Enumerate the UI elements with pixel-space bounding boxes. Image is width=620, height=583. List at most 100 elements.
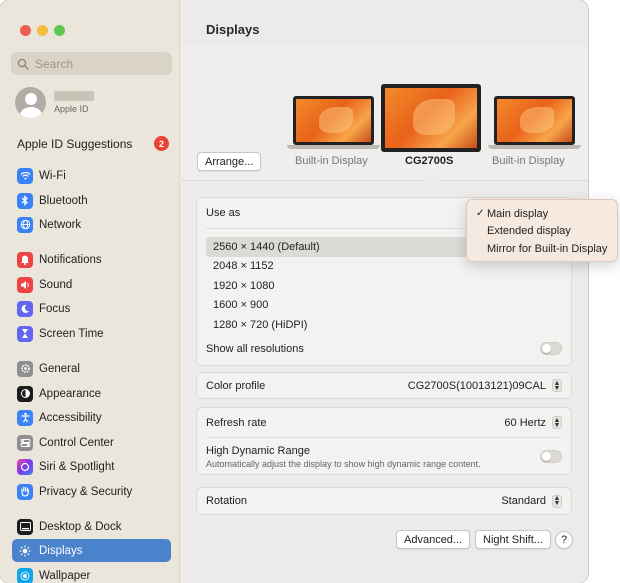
color-profile-popup[interactable]: CG2700S(10013121)09CAL ▲ ▼ xyxy=(408,379,562,392)
monitor-screen xyxy=(494,96,575,145)
sidebar-item-label: Focus xyxy=(39,302,71,315)
use-as-menu: ✓ Main display Extended display Mirror f… xyxy=(466,199,618,262)
sidebar-item-label: Control Center xyxy=(39,436,114,449)
selection-caret xyxy=(425,173,441,181)
suggestions-badge: 2 xyxy=(154,136,169,151)
refresh-rate-value: 60 Hertz xyxy=(504,416,546,429)
sidebar-item-appearance[interactable]: Appearance xyxy=(12,382,171,405)
sidebar-item-network[interactable]: Network xyxy=(12,213,171,236)
zoom-window-button[interactable] xyxy=(54,25,65,36)
sidebar-item-label: Notifications xyxy=(39,253,102,266)
show-all-resolutions-row: Show all resolutions xyxy=(197,336,571,362)
color-profile-panel: Color profile CG2700S(10013121)09CAL ▲ ▼ xyxy=(196,372,572,399)
night-shift-button[interactable]: Night Shift... xyxy=(475,530,551,549)
sidebar-item-privacy-security[interactable]: Privacy & Security xyxy=(12,480,171,503)
hdr-row: High Dynamic Range Automatically adjust … xyxy=(197,438,571,475)
help-button[interactable]: ? xyxy=(555,531,573,549)
resolution-option[interactable]: 1600 × 900 xyxy=(206,296,562,316)
hdr-toggle[interactable] xyxy=(540,450,562,463)
refresh-rate-popup[interactable]: 60 Hertz ▲ ▼ xyxy=(504,416,562,429)
sidebar-item-desktop-dock[interactable]: Desktop & Dock xyxy=(12,515,171,538)
sidebar-item-control-center[interactable]: Control Center xyxy=(12,431,171,454)
refresh-hdr-panel: Refresh rate 60 Hertz ▲ ▼ High Dynamic Ra… xyxy=(196,407,572,475)
popup-chevron-icon: ▲ ▼ xyxy=(552,494,562,508)
monitor-builtin-right[interactable] xyxy=(488,96,581,149)
sidebar-item-label: Wi-Fi xyxy=(39,169,66,182)
refresh-rate-label: Refresh rate xyxy=(206,416,267,429)
menu-item-mirror-builtin[interactable]: Mirror for Built-in Display xyxy=(471,240,613,258)
settings-window: Search Apple ID Apple ID Suggestions 2 W… xyxy=(0,0,588,583)
sidebar-item-siri-spotlight[interactable]: Siri & Spotlight xyxy=(12,455,171,478)
apple-id-suggestions-label: Apple ID Suggestions xyxy=(17,136,133,151)
sidebar-item-label: Privacy & Security xyxy=(39,485,133,498)
close-window-button[interactable] xyxy=(20,25,31,36)
refresh-rate-row: Refresh rate 60 Hertz ▲ ▼ xyxy=(197,408,571,437)
sidebar-item-notifications[interactable]: Notifications xyxy=(12,248,171,271)
monitor-screen xyxy=(381,84,481,152)
search-icon xyxy=(17,58,29,70)
search-field[interactable]: Search xyxy=(11,52,172,75)
sidebar-item-focus[interactable]: Focus xyxy=(12,297,171,320)
sidebar-item-wifi[interactable]: Wi-Fi xyxy=(12,164,171,187)
checkmark-icon: ✓ xyxy=(476,208,485,220)
sidebar-item-displays[interactable]: Displays xyxy=(12,539,171,562)
monitor-screen xyxy=(293,96,374,145)
apple-id-suggestions[interactable]: Apple ID Suggestions 2 xyxy=(17,136,169,151)
menu-item-main-display[interactable]: ✓ Main display xyxy=(471,205,613,223)
sidebar-item-label: Sound xyxy=(39,278,73,291)
sidebar-item-label: Appearance xyxy=(39,387,102,400)
sidebar-item-label: General xyxy=(39,362,80,375)
hand-icon xyxy=(17,483,33,500)
sidebar-item-bluetooth[interactable]: Bluetooth xyxy=(12,189,171,212)
display-arrangement-area: Arrange... Built-in Display CG2700S Buil… xyxy=(181,46,588,181)
gear-icon xyxy=(17,360,33,377)
apple-id-label: Apple ID xyxy=(54,104,89,114)
monitor-cg2700s[interactable] xyxy=(381,84,481,152)
advanced-button[interactable]: Advanced... xyxy=(396,530,471,549)
globe-icon xyxy=(17,216,33,233)
control-center-icon xyxy=(17,434,33,451)
wallpaper-icon xyxy=(17,567,33,583)
hourglass-icon xyxy=(17,325,33,342)
sidebar-item-label: Screen Time xyxy=(39,327,104,340)
sidebar-item-general[interactable]: General xyxy=(12,357,171,380)
accessibility-icon xyxy=(17,409,33,426)
color-profile-label: Color profile xyxy=(206,379,266,392)
sidebar-item-label: Siri & Spotlight xyxy=(39,460,115,473)
rotation-popup[interactable]: Standard ▲ ▼ xyxy=(501,494,562,508)
bluetooth-icon xyxy=(17,192,33,209)
sidebar-item-label: Bluetooth xyxy=(39,194,88,207)
sidebar-item-label: Displays xyxy=(39,544,83,557)
resolution-option[interactable]: 1920 × 1080 xyxy=(206,276,562,296)
moon-icon xyxy=(17,300,33,317)
menu-item-label: Main display xyxy=(487,207,549,220)
sidebar: Search Apple ID Apple ID Suggestions 2 W… xyxy=(0,0,180,583)
laptop-base xyxy=(287,145,380,149)
apple-id-account[interactable]: Apple ID xyxy=(15,87,94,118)
sidebar-item-accessibility[interactable]: Accessibility xyxy=(12,406,171,429)
menu-item-label: Mirror for Built-in Display xyxy=(487,242,608,255)
sidebar-item-wallpaper[interactable]: Wallpaper xyxy=(12,564,171,583)
rotation-row: Rotation Standard ▲ ▼ xyxy=(197,488,571,514)
avatar xyxy=(15,87,46,118)
sidebar-item-screen-time[interactable]: Screen Time xyxy=(12,322,171,345)
displays-pane: Displays Arrange... Built-in Display CG2… xyxy=(181,0,588,583)
resolution-option[interactable]: 1280 × 720 (HiDPI) xyxy=(206,315,562,335)
bell-icon xyxy=(17,251,33,268)
monitor-label-cg2700s: CG2700S xyxy=(405,155,454,167)
popup-chevron-icon: ▲ ▼ xyxy=(552,379,562,392)
rotation-panel: Rotation Standard ▲ ▼ xyxy=(196,487,572,515)
rotation-label: Rotation xyxy=(206,495,247,507)
menu-item-extended-display[interactable]: Extended display xyxy=(471,223,613,241)
dock-icon xyxy=(17,518,33,535)
wifi-icon xyxy=(17,167,33,184)
show-all-resolutions-toggle[interactable] xyxy=(540,342,562,355)
sidebar-item-sound[interactable]: Sound xyxy=(12,273,171,296)
menu-item-label: Extended display xyxy=(487,225,571,238)
arrange-button[interactable]: Arrange... xyxy=(197,152,262,171)
monitor-builtin-left[interactable] xyxy=(287,96,380,149)
hdr-label: High Dynamic Range xyxy=(206,444,310,457)
search-placeholder: Search xyxy=(35,56,74,71)
monitor-label-builtin-right: Built-in Display xyxy=(492,155,565,167)
minimize-window-button[interactable] xyxy=(37,25,48,36)
